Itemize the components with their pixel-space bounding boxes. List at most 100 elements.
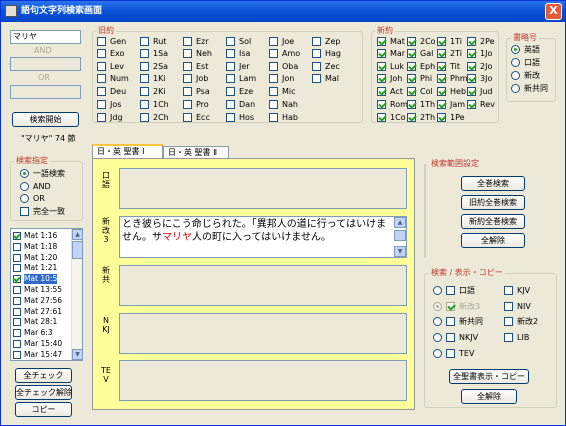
checkbox-box[interactable] xyxy=(407,62,416,71)
checkbox-box[interactable] xyxy=(377,62,386,71)
verse-box-nkj[interactable] xyxy=(119,313,407,354)
new-all-search-button[interactable]: 新約全巻検索 xyxy=(461,214,525,229)
checkbox-box[interactable] xyxy=(226,113,235,122)
checkbox-box[interactable] xyxy=(140,74,149,83)
item-checkbox[interactable] xyxy=(13,307,21,316)
checkbox-box[interactable] xyxy=(377,74,386,83)
display-clear-button[interactable]: 全解除 xyxy=(461,389,517,404)
checkbox-box[interactable] xyxy=(312,37,321,46)
checkbox-box[interactable] xyxy=(140,62,149,71)
checkbox-box[interactable] xyxy=(226,49,235,58)
copy-button[interactable]: コピー xyxy=(15,402,72,417)
checkbox-box[interactable] xyxy=(312,62,321,71)
checkbox-box[interactable] xyxy=(97,49,106,58)
checkbox-box[interactable] xyxy=(140,37,149,46)
search-term-3-input[interactable] xyxy=(10,85,81,99)
list-item[interactable]: Mat 1:20 xyxy=(13,253,71,263)
checkbox-box[interactable] xyxy=(97,100,106,109)
list-item[interactable]: Mat 10:5 xyxy=(13,274,71,285)
checkbox-box[interactable] xyxy=(97,74,106,83)
checkbox-box[interactable] xyxy=(377,100,386,109)
checkbox-box[interactable] xyxy=(446,349,455,358)
checkbox-box[interactable] xyxy=(504,286,513,295)
checkbox-box[interactable] xyxy=(407,113,416,122)
checkbox-box[interactable] xyxy=(269,49,278,58)
checkbox-box[interactable] xyxy=(437,62,446,71)
checkbox-box[interactable] xyxy=(140,87,149,96)
list-item[interactable]: Mat 13:55 xyxy=(13,285,71,295)
verse-box-kogo[interactable] xyxy=(119,168,407,209)
search-term-2-input[interactable] xyxy=(10,57,81,71)
checkbox-box[interactable] xyxy=(269,74,278,83)
item-checkbox[interactable] xyxy=(13,340,21,348)
list-item[interactable]: Mat 1:18 xyxy=(13,242,71,252)
range-clear-button[interactable]: 全解除 xyxy=(461,233,525,248)
scroll-up-icon[interactable]: ▲ xyxy=(72,229,82,240)
show-all-copy-button[interactable]: 全聖書表示・コピー xyxy=(449,369,529,384)
verse-box-tev[interactable] xyxy=(119,360,407,401)
checkbox-box[interactable] xyxy=(504,317,513,326)
list-item[interactable]: Mat 28:1 xyxy=(13,317,71,327)
uncheck-all-button[interactable]: 全チェック解除 xyxy=(15,385,72,400)
checkbox-box[interactable] xyxy=(226,62,235,71)
checkbox-box[interactable] xyxy=(437,49,446,58)
checkbox-box[interactable] xyxy=(97,62,106,71)
checkbox-box[interactable] xyxy=(437,74,446,83)
checkbox-box[interactable] xyxy=(377,49,386,58)
checkbox-box[interactable] xyxy=(269,37,278,46)
verse-scroll-down-icon[interactable]: ▼ xyxy=(394,246,406,257)
checkbox-box[interactable] xyxy=(407,49,416,58)
checkbox-box[interactable] xyxy=(467,87,476,96)
search-term-1-input[interactable]: マリヤ xyxy=(10,30,81,44)
checkbox-box[interactable] xyxy=(269,100,278,109)
list-item[interactable]: Mat 1:16 xyxy=(13,231,71,241)
verse-scroll-up-icon[interactable]: ▲ xyxy=(394,217,406,228)
radio-dot[interactable] xyxy=(433,333,442,342)
close-button[interactable]: X xyxy=(545,3,562,20)
results-scrollbar[interactable]: ▲ ▼ xyxy=(71,229,82,360)
checkbox-box[interactable] xyxy=(140,113,149,122)
checkbox-box[interactable] xyxy=(407,87,416,96)
checkbox-box[interactable] xyxy=(183,74,192,83)
checkbox-box[interactable] xyxy=(504,302,513,311)
checkbox-box[interactable] xyxy=(269,62,278,71)
checkbox-box[interactable] xyxy=(183,113,192,122)
checkbox-box[interactable] xyxy=(183,87,192,96)
list-item[interactable]: Mar 15:40 xyxy=(13,339,71,349)
checkbox-box[interactable] xyxy=(97,113,106,122)
checkbox-box[interactable] xyxy=(437,113,446,122)
verse-box-shinkyo[interactable] xyxy=(119,265,407,306)
checkbox-box[interactable] xyxy=(407,74,416,83)
checkbox-box[interactable] xyxy=(446,302,455,311)
checkbox-box[interactable] xyxy=(312,74,321,83)
checkbox-box[interactable] xyxy=(467,100,476,109)
checkbox-box[interactable] xyxy=(467,62,476,71)
checkbox-box[interactable] xyxy=(97,87,106,96)
item-checkbox[interactable] xyxy=(13,264,21,273)
checkbox-box[interactable] xyxy=(377,113,386,122)
checkbox-box[interactable] xyxy=(183,37,192,46)
tab-bible-1[interactable]: 日・英 聖書 Ⅰ xyxy=(92,144,163,158)
checkbox-box[interactable] xyxy=(140,100,149,109)
item-checkbox[interactable] xyxy=(13,286,21,294)
checkbox-box[interactable] xyxy=(446,333,455,342)
checkbox-box[interactable] xyxy=(183,100,192,109)
item-checkbox[interactable] xyxy=(13,318,21,327)
list-item[interactable]: Mar 6:3 xyxy=(13,328,71,338)
checkbox-box[interactable] xyxy=(140,49,149,58)
checkbox-box[interactable] xyxy=(437,87,446,96)
checkbox-box[interactable] xyxy=(437,100,446,109)
item-checkbox[interactable] xyxy=(13,253,21,262)
start-search-button[interactable]: 検索開始 xyxy=(12,112,79,127)
checkbox-box[interactable] xyxy=(446,286,455,295)
checkbox-box[interactable] xyxy=(226,74,235,83)
checkbox-box[interactable] xyxy=(467,74,476,83)
all-books-search-button[interactable]: 全巻検索 xyxy=(461,176,525,191)
radio-dot[interactable] xyxy=(433,286,442,295)
checkbox-box[interactable] xyxy=(377,87,386,96)
radio-dot[interactable] xyxy=(433,317,442,326)
checkbox-box[interactable] xyxy=(183,49,192,58)
list-item[interactable]: Mat 1:21 xyxy=(13,263,71,273)
item-checkbox[interactable] xyxy=(13,242,21,251)
radio-dot[interactable] xyxy=(433,349,442,358)
